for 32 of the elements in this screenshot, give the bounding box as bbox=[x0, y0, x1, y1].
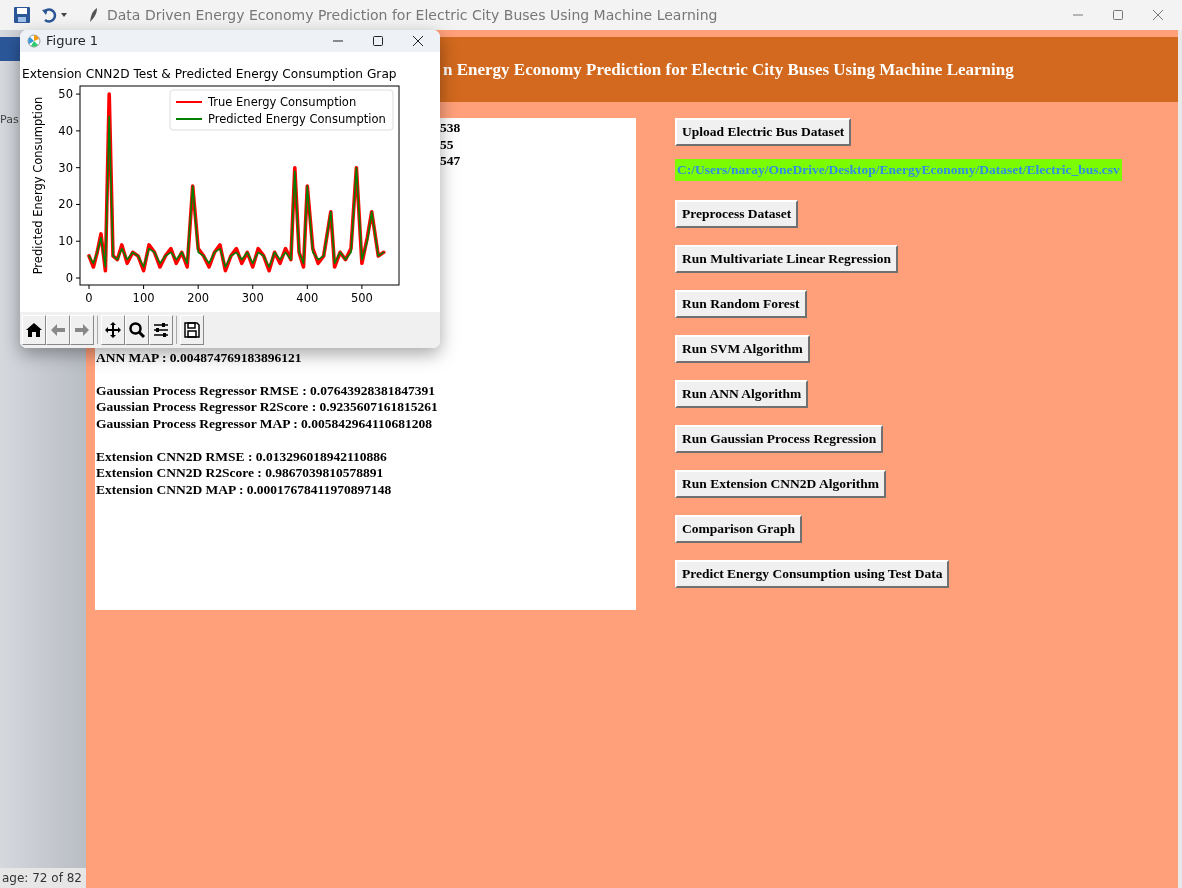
output-line: Extension CNN2D R2Score : 0.9867039810578891 bbox=[96, 465, 385, 482]
tick-label: 30 bbox=[58, 160, 73, 175]
tick-label: 100 bbox=[132, 291, 155, 305]
app-heading: n Energy Economy Prediction for Electric City Buses Using Machine Learning bbox=[443, 58, 1014, 81]
chart-title: Extension CNN2D Test & Predicted Energy Consumption Grap bbox=[22, 67, 397, 81]
window-title: Data Driven Energy Economy Prediction for Electric City Buses Using Machine Learning bbox=[107, 5, 718, 25]
ribbon-label: Pas bbox=[0, 112, 19, 128]
tick-label: 50 bbox=[58, 87, 73, 102]
output-line: Extension CNN2D MAP : 0.00017678411970897148 bbox=[96, 481, 393, 498]
output-line: Gaussian Process Regressor R2Score : 0.9235607161815261 bbox=[96, 399, 439, 416]
axis-title: Predicted Energy Consumption bbox=[31, 96, 45, 275]
tick-label: 20 bbox=[58, 197, 73, 212]
tick-label: 400 bbox=[296, 291, 319, 305]
tick-label: 40 bbox=[58, 123, 73, 138]
output-line: Extension CNN2D RMSE : 0.013296018942110886 bbox=[96, 448, 388, 465]
output-line: Gaussian Process Regressor MAP : 0.005842964110681208 bbox=[96, 415, 433, 432]
tick-label: 0 bbox=[65, 271, 73, 285]
legend-label: True Energy Consumption bbox=[208, 95, 357, 109]
output-line: 538 bbox=[440, 120, 462, 137]
figure-title: Figure 1 bbox=[46, 32, 99, 51]
output-line: Gaussian Process Regressor RMSE : 0.07643928381847391 bbox=[96, 382, 436, 399]
file-path-label: C:/Users/naray/OneDrive/Desktop/EnergyEconomy/Dataset/Electric_bus.csv bbox=[675, 159, 1122, 181]
tick-label: 200 bbox=[187, 291, 210, 305]
tick-label: 300 bbox=[241, 291, 264, 305]
tick-label: 0 bbox=[85, 291, 93, 305]
output-line: ANN MAP : 0.004874769183896121 bbox=[96, 349, 303, 366]
output-line: 547 bbox=[440, 153, 462, 170]
legend-label: Predicted Energy Consumption bbox=[208, 112, 386, 126]
output-line: 55 bbox=[440, 136, 455, 153]
status-bar: age: 72 of 82 bbox=[0, 868, 86, 888]
tick-label: 500 bbox=[350, 291, 373, 305]
tick-label: 10 bbox=[58, 234, 73, 249]
